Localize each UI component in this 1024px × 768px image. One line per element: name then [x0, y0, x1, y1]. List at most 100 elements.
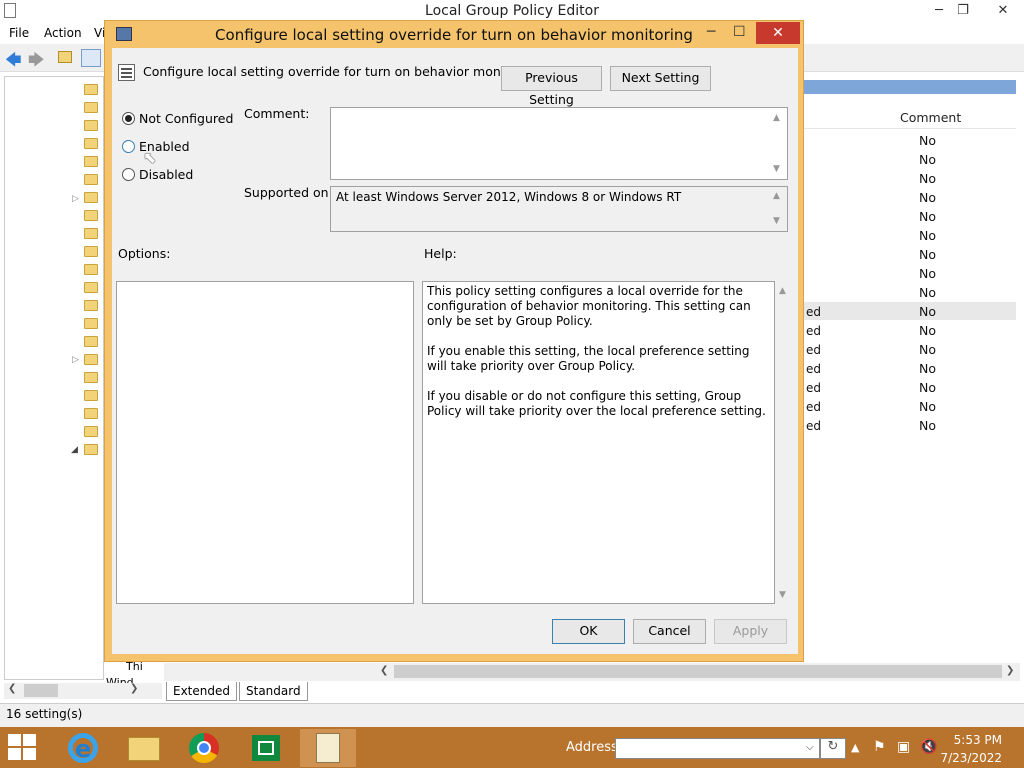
clock-time[interactable]: 5:53 PM	[950, 733, 1002, 747]
forward-arrow-icon[interactable]: 🡆	[28, 49, 45, 76]
collapse-arrow-icon[interactable]: ◢	[71, 445, 78, 455]
scroll-up-icon[interactable]: ▲	[773, 113, 780, 123]
folder-icon[interactable]	[84, 354, 98, 365]
chevron-down-icon[interactable]: ⌵	[806, 742, 814, 753]
address-input[interactable]	[615, 738, 820, 759]
menu-action[interactable]: Action	[44, 26, 82, 40]
selected-row-highlight[interactable]	[804, 302, 1016, 320]
folder-icon[interactable]	[84, 372, 98, 383]
folder-icon[interactable]	[84, 156, 98, 167]
state-cell: ed	[806, 362, 821, 376]
state-cell: ed	[806, 419, 821, 433]
folder-icon[interactable]	[84, 264, 98, 275]
folder-icon[interactable]	[84, 444, 98, 455]
show-hide-tree-icon[interactable]	[81, 49, 101, 67]
folder-icon[interactable]	[84, 336, 98, 347]
dialog-minimize-icon[interactable]: ─	[707, 24, 715, 40]
options-panel	[116, 281, 414, 604]
dialog-title: Configure local setting override for tur…	[215, 26, 693, 44]
scroll-right-icon[interactable]: ❯	[130, 683, 138, 694]
taskbar-store-icon[interactable]	[238, 729, 294, 767]
tab-extended[interactable]: Extended	[166, 682, 237, 701]
radio-enabled[interactable]	[122, 140, 135, 153]
scroll-down-icon[interactable]: ▼	[773, 164, 780, 174]
status-text: 16 setting(s)	[6, 707, 83, 721]
radio-disabled-label[interactable]: Disabled	[139, 167, 193, 182]
comment-textbox[interactable]	[330, 107, 788, 180]
expand-arrow-icon[interactable]: ▷	[72, 194, 79, 204]
next-setting-button[interactable]: Next Setting	[610, 66, 711, 91]
folder-icon[interactable]	[84, 192, 98, 203]
app-title: Local Group Policy Editor	[425, 3, 599, 19]
comment-cell: No	[919, 323, 936, 338]
refresh-icon[interactable]: ↻	[820, 738, 846, 759]
scroll-down-icon[interactable]: ▼	[779, 590, 786, 600]
scroll-right-icon[interactable]: ❯	[1006, 665, 1014, 676]
folder-icon[interactable]	[84, 390, 98, 401]
state-cell: ed	[806, 400, 821, 414]
list-hscroll-thumb[interactable]	[394, 665, 1002, 678]
cancel-button[interactable]: Cancel	[633, 619, 706, 644]
apply-button[interactable]: Apply	[714, 619, 787, 644]
clock-date[interactable]: 7/23/2022	[940, 751, 1002, 765]
show-hidden-icons-icon[interactable]: ▲	[851, 741, 859, 754]
radio-not-configured-label[interactable]: Not Configured	[139, 111, 233, 126]
tab-standard[interactable]: Standard	[239, 682, 308, 701]
folder-icon[interactable]	[84, 408, 98, 419]
state-cell: ed	[806, 324, 821, 338]
menu-file[interactable]: File	[9, 26, 29, 40]
folder-icon[interactable]	[84, 138, 98, 149]
scroll-up-icon[interactable]: ▲	[773, 191, 780, 201]
mouse-cursor-icon: ⬉	[143, 148, 157, 167]
scroll-left-icon[interactable]: ❮	[380, 665, 388, 676]
back-arrow-icon[interactable]: 🡄	[5, 49, 22, 76]
folder-icon[interactable]	[84, 174, 98, 185]
scroll-up-icon[interactable]: ▲	[779, 286, 786, 296]
restore-icon[interactable]: ❐	[950, 2, 976, 20]
comment-cell: No	[919, 209, 936, 224]
volume-muted-icon[interactable]: 🔇	[920, 739, 937, 755]
taskbar-gpedit-icon[interactable]	[300, 729, 356, 767]
comment-cell: No	[919, 152, 936, 167]
scroll-left-icon[interactable]: ❮	[8, 683, 16, 694]
supported-on-label: Supported on:	[244, 185, 333, 200]
comment-cell: No	[919, 266, 936, 281]
taskbar-explorer-icon[interactable]	[116, 729, 172, 767]
previous-setting-button[interactable]: Previous Setting	[501, 66, 602, 107]
action-center-flag-icon[interactable]: ⚑	[873, 739, 886, 755]
folder-icon[interactable]	[84, 102, 98, 113]
folder-icon[interactable]	[84, 318, 98, 329]
minimize-icon[interactable]: ─	[926, 2, 952, 20]
folder-icon[interactable]	[84, 300, 98, 311]
folder-icon[interactable]	[84, 426, 98, 437]
tree-hscroll-thumb[interactable]	[24, 684, 58, 697]
folder-icon[interactable]	[84, 246, 98, 257]
comment-cell: No	[919, 285, 936, 300]
close-icon[interactable]: ✕	[986, 2, 1020, 20]
settings-list[interactable]	[804, 76, 1016, 666]
column-header-comment[interactable]: Comment	[900, 110, 961, 125]
up-folder-icon[interactable]	[58, 51, 72, 63]
folder-icon[interactable]	[84, 120, 98, 131]
dialog-maximize-icon[interactable]: ☐	[733, 24, 746, 40]
ok-button[interactable]: OK	[552, 619, 625, 644]
start-windows-icon[interactable]	[8, 734, 36, 760]
taskbar-chrome-icon[interactable]	[176, 729, 232, 767]
folder-icon[interactable]	[84, 84, 98, 95]
dialog-close-button[interactable]: ✕	[756, 22, 800, 44]
comment-cell: No	[919, 247, 936, 262]
setting-name: Configure local setting override for tur…	[143, 64, 542, 79]
help-paragraph: If you enable this setting, the local pr…	[427, 344, 750, 373]
expand-arrow-icon[interactable]: ▷	[72, 355, 79, 365]
network-icon[interactable]: ▣	[897, 739, 910, 755]
comment-cell: No	[919, 380, 936, 395]
folder-icon[interactable]	[84, 210, 98, 221]
scroll-down-icon[interactable]: ▼	[773, 216, 780, 226]
radio-disabled[interactable]	[122, 168, 135, 181]
comment-cell: No	[919, 133, 936, 148]
folder-icon[interactable]	[84, 282, 98, 293]
taskbar-ie-icon[interactable]: e	[56, 729, 112, 767]
folder-icon[interactable]	[84, 228, 98, 239]
help-label: Help:	[424, 246, 457, 261]
radio-not-configured[interactable]	[122, 112, 135, 125]
